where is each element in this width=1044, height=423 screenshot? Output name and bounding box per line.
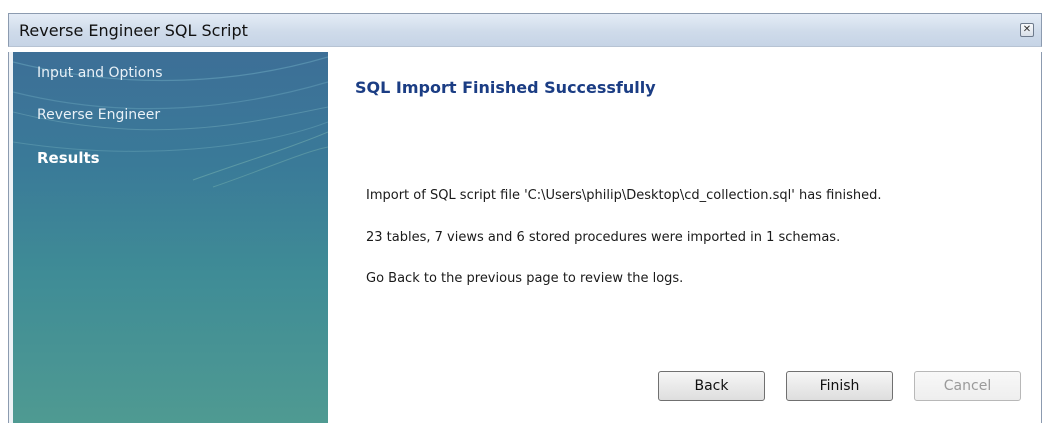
sidebar-item-input-options[interactable]: Input and Options — [37, 65, 163, 81]
reverse-engineer-dialog: Reverse Engineer SQL Script ✕ Input and … — [0, 0, 1044, 423]
finish-button[interactable]: Finish — [786, 371, 893, 401]
window-title: Reverse Engineer SQL Script — [19, 21, 248, 40]
sidebar-item-results[interactable]: Results — [37, 149, 100, 167]
import-summary-message: 23 tables, 7 views and 6 stored procedur… — [366, 230, 841, 245]
title-bar: Reverse Engineer SQL Script ✕ — [8, 13, 1042, 47]
wizard-sidebar: Input and Options Reverse Engineer Resul… — [13, 52, 328, 423]
back-button[interactable]: Back — [658, 371, 765, 401]
cancel-button[interactable]: Cancel — [914, 371, 1021, 401]
close-icon[interactable]: ✕ — [1020, 23, 1034, 37]
main-panel: SQL Import Finished Successfully Import … — [328, 52, 1042, 423]
review-logs-message: Go Back to the previous page to review t… — [366, 271, 684, 286]
import-status-message: Import of SQL script file 'C:\Users\phil… — [366, 188, 882, 203]
page-heading: SQL Import Finished Successfully — [355, 78, 656, 97]
sidebar-item-reverse-engineer[interactable]: Reverse Engineer — [37, 107, 160, 123]
